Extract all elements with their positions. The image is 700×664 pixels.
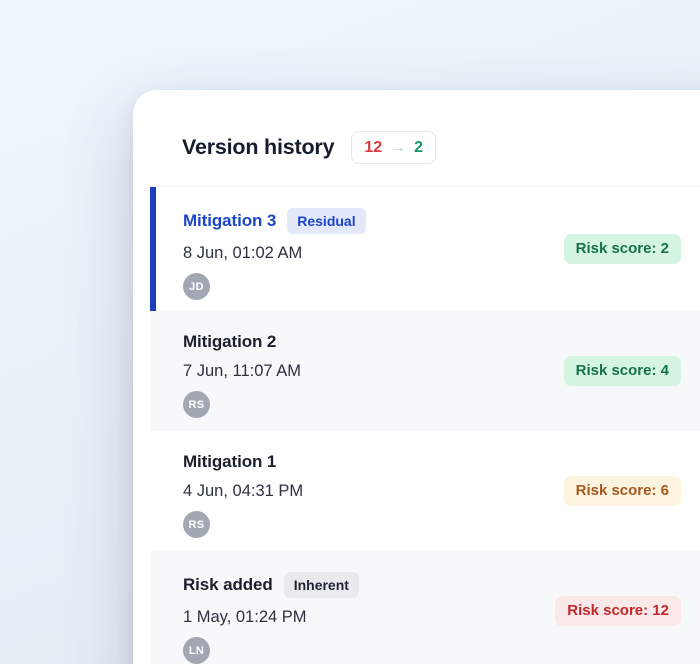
row-title-line: Mitigation 1 xyxy=(183,452,681,472)
avatar: RS xyxy=(183,511,210,538)
risk-score-badge: Risk score: 6 xyxy=(564,476,681,506)
avatar: RS xyxy=(183,391,210,418)
version-row-risk-added[interactable]: Risk added Inherent 1 May, 01:24 PM LN R… xyxy=(150,551,700,664)
row-title-line: Risk added Inherent xyxy=(183,572,681,598)
risk-change-from: 12 xyxy=(364,137,382,158)
version-title: Mitigation 3 xyxy=(183,211,276,231)
page-title: Version history xyxy=(182,135,334,160)
row-title-line: Mitigation 3 Residual xyxy=(183,208,681,234)
row-title-line: Mitigation 2 xyxy=(183,332,681,352)
risk-change-badge: 12 → 2 xyxy=(351,131,436,164)
panel-header: Version history 12 → 2 xyxy=(133,90,700,186)
inherent-tag: Inherent xyxy=(284,572,359,598)
version-row-mitigation-2[interactable]: Mitigation 2 7 Jun, 11:07 AM RS Risk sco… xyxy=(150,311,700,431)
risk-score-badge: Risk score: 12 xyxy=(555,596,681,626)
residual-tag: Residual xyxy=(287,208,365,234)
version-title: Mitigation 2 xyxy=(183,332,276,352)
version-title: Mitigation 1 xyxy=(183,452,276,472)
risk-score-badge: Risk score: 4 xyxy=(564,356,681,386)
risk-change-to: 2 xyxy=(414,137,423,158)
version-row-mitigation-3[interactable]: Mitigation 3 Residual 8 Jun, 01:02 AM JD… xyxy=(150,187,700,311)
risk-score-badge: Risk score: 2 xyxy=(564,234,681,264)
avatar: JD xyxy=(183,273,210,300)
version-history-panel: Version history 12 → 2 Mitigation 3 Resi… xyxy=(133,90,700,664)
arrow-right-icon: → xyxy=(390,137,406,158)
version-list: Mitigation 3 Residual 8 Jun, 01:02 AM JD… xyxy=(150,186,700,664)
version-title: Risk added xyxy=(183,575,273,595)
version-row-mitigation-1[interactable]: Mitigation 1 4 Jun, 04:31 PM RS Risk sco… xyxy=(150,431,700,551)
avatar: LN xyxy=(183,637,210,664)
